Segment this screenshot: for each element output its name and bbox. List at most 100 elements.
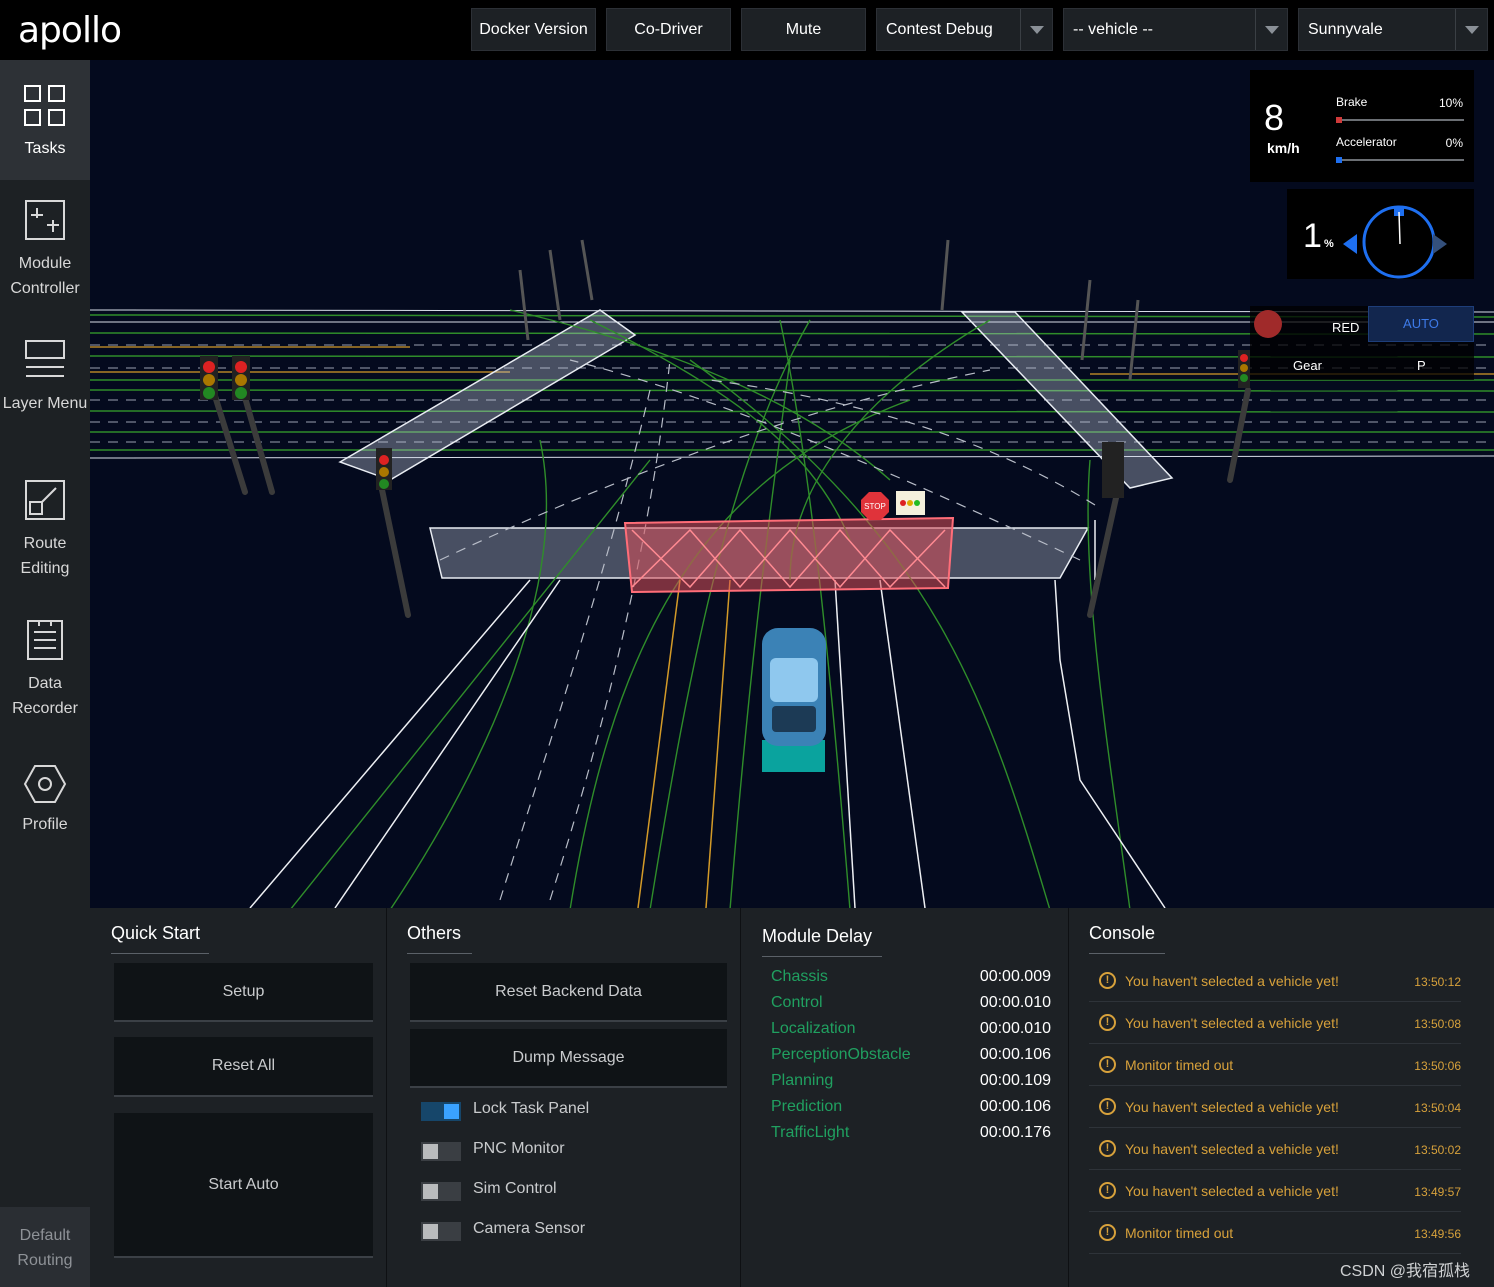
console-log-item: ! You haven't selected a vehicle yet! 13… (1089, 1128, 1461, 1170)
toggle-label: PNC Monitor (473, 1140, 565, 1157)
brake-label: Brake (1336, 95, 1368, 109)
toggle-switch[interactable] (421, 1222, 461, 1241)
docker-version-button[interactable]: Docker Version (471, 8, 596, 51)
divider (1089, 953, 1165, 954)
console-log-item: ! Monitor timed out 13:50:06 (1089, 1044, 1461, 1086)
reset-backend-data-button[interactable]: Reset Backend Data (410, 963, 727, 1022)
mute-button[interactable]: Mute (741, 8, 866, 51)
log-message: Monitor timed out (1125, 1225, 1234, 1241)
gear-label: Gear (1293, 358, 1322, 373)
traffic-light-sign-icon (896, 491, 925, 515)
co-driver-button[interactable]: Co-Driver (606, 8, 731, 51)
document-icon (27, 620, 63, 660)
others-title: Others (407, 923, 462, 943)
console-log-item: ! You haven't selected a vehicle yet! 13… (1089, 1170, 1461, 1212)
nav-item-route-editing[interactable]: Route Editing (0, 460, 90, 580)
nav-label-tasks: Tasks (24, 140, 66, 157)
console-panel: Console ! You haven't selected a vehicle… (1069, 908, 1494, 1287)
accelerator-bar-fill (1336, 157, 1342, 163)
task-panels: Quick Start Setup Reset All Start Auto O… (90, 908, 1494, 1287)
drive-mode-badge: AUTO (1368, 306, 1474, 342)
status-panel: RED AUTO Gear P (1250, 306, 1474, 380)
warning-icon: ! (1099, 1056, 1116, 1073)
reset-all-button[interactable]: Reset All (114, 1037, 373, 1097)
chevron-down-icon[interactable] (1020, 9, 1052, 50)
nav-item-module-controller[interactable]: Module Controller (0, 180, 90, 300)
divider (762, 956, 882, 957)
warning-icon: ! (1099, 1098, 1116, 1115)
speed-unit: km/h (1267, 140, 1300, 156)
delay-value: 00:00.176 (979, 1124, 1051, 1141)
layers-icon (25, 340, 65, 377)
delay-module-name: Planning (771, 1072, 834, 1089)
log-message: You haven't selected a vehicle yet! (1125, 1099, 1339, 1115)
warning-icon: ! (1099, 1014, 1116, 1031)
mode-select[interactable]: Contest Debug (876, 8, 1053, 51)
steering-panel: 1 % (1287, 189, 1474, 279)
dreamview-app: apollo Docker Version Co-Driver Mute Con… (0, 0, 1494, 1287)
console-title: Console (1089, 923, 1156, 943)
log-message: Monitor timed out (1125, 1057, 1234, 1073)
map-select-value: Sunnyvale (1308, 20, 1383, 38)
chevron-down-icon[interactable] (1455, 9, 1487, 50)
delay-module-name: PerceptionObstacle (771, 1046, 911, 1063)
sliders-icon (25, 200, 65, 240)
log-message: You haven't selected a vehicle yet! (1125, 1183, 1339, 1199)
steering-unit: % (1324, 238, 1334, 250)
nav-label-layer-menu: Layer Menu (2, 395, 88, 412)
traffic-light-status: RED (1332, 320, 1360, 335)
route-icon (25, 480, 65, 520)
mode-select-value: Contest Debug (886, 20, 993, 38)
nav-label-route-editing: Route Editing (20, 535, 70, 577)
speed-panel: 8 km/h Brake 10% Accelerator 0% (1250, 70, 1474, 182)
delay-module-name: Control (771, 994, 823, 1011)
brake-value: 10% (1438, 96, 1463, 110)
chevron-down-icon[interactable] (1255, 9, 1287, 50)
console-log-item: ! You haven't selected a vehicle yet! 13… (1089, 1086, 1461, 1128)
dump-message-button[interactable]: Dump Message (410, 1029, 727, 1088)
quick-start-title: Quick Start (111, 923, 201, 943)
delay-module-name: Localization (771, 1020, 856, 1037)
toggle-label: Sim Control (473, 1180, 557, 1197)
default-routing-button[interactable]: Default Routing (0, 1207, 90, 1287)
console-log-item: ! Monitor timed out 13:49:56 (1089, 1212, 1461, 1254)
log-time: 13:49:56 (1414, 1227, 1461, 1241)
delay-value: 00:00.106 (979, 1098, 1051, 1115)
log-time: 13:50:06 (1414, 1059, 1461, 1073)
nav-item-layer-menu[interactable]: Layer Menu (0, 320, 90, 440)
stop-sign-label: STOP (864, 502, 886, 511)
speed-value: 8 (1264, 97, 1285, 138)
delay-value: 00:00.009 (979, 968, 1051, 985)
console-log-item: ! You haven't selected a vehicle yet! 13… (1089, 1002, 1461, 1044)
log-time: 13:50:02 (1414, 1143, 1461, 1157)
nav-item-profile[interactable]: Profile (0, 740, 90, 860)
vehicle-select-value: -- vehicle -- (1073, 20, 1154, 38)
delay-row-control: Control 00:00.010 (771, 994, 1051, 1020)
brake-bar (1336, 117, 1464, 123)
toggle-label: Camera Sensor (473, 1220, 586, 1237)
vehicle-select[interactable]: -- vehicle -- (1063, 8, 1288, 51)
delay-row-localization: Localization 00:00.010 (771, 1020, 1051, 1046)
delay-row-perception-obstacle: PerceptionObstacle 00:00.106 (771, 1046, 1051, 1072)
accelerator-bar (1336, 157, 1464, 163)
toggle-switch[interactable] (421, 1102, 461, 1121)
log-message: You haven't selected a vehicle yet! (1125, 1141, 1339, 1157)
delay-value: 00:00.010 (979, 1020, 1051, 1037)
scene-view[interactable]: STOP 8 km/h Brake 10% Accelerator 0% 1 %… (90, 60, 1494, 908)
traffic-light-status-icon (1254, 310, 1282, 338)
toggle-switch[interactable] (421, 1182, 461, 1201)
ego-vehicle-icon (762, 628, 826, 772)
nav-item-data-recorder[interactable]: Data Recorder (0, 600, 90, 720)
side-navigation: Tasks Module Controller Layer Menu Route… (0, 60, 90, 1287)
accelerator-label: Accelerator (1336, 135, 1397, 149)
warning-icon: ! (1099, 1224, 1116, 1241)
start-auto-button[interactable]: Start Auto (114, 1113, 373, 1258)
delay-module-name: TrafficLight (771, 1124, 850, 1141)
toggle-switch[interactable] (421, 1142, 461, 1161)
map-select[interactable]: Sunnyvale (1298, 8, 1488, 51)
delay-module-name: Prediction (771, 1098, 843, 1115)
log-message: You haven't selected a vehicle yet! (1125, 1015, 1339, 1031)
log-time: 13:49:57 (1414, 1185, 1461, 1199)
setup-button[interactable]: Setup (114, 963, 373, 1022)
nav-item-tasks[interactable]: Tasks (0, 60, 90, 180)
